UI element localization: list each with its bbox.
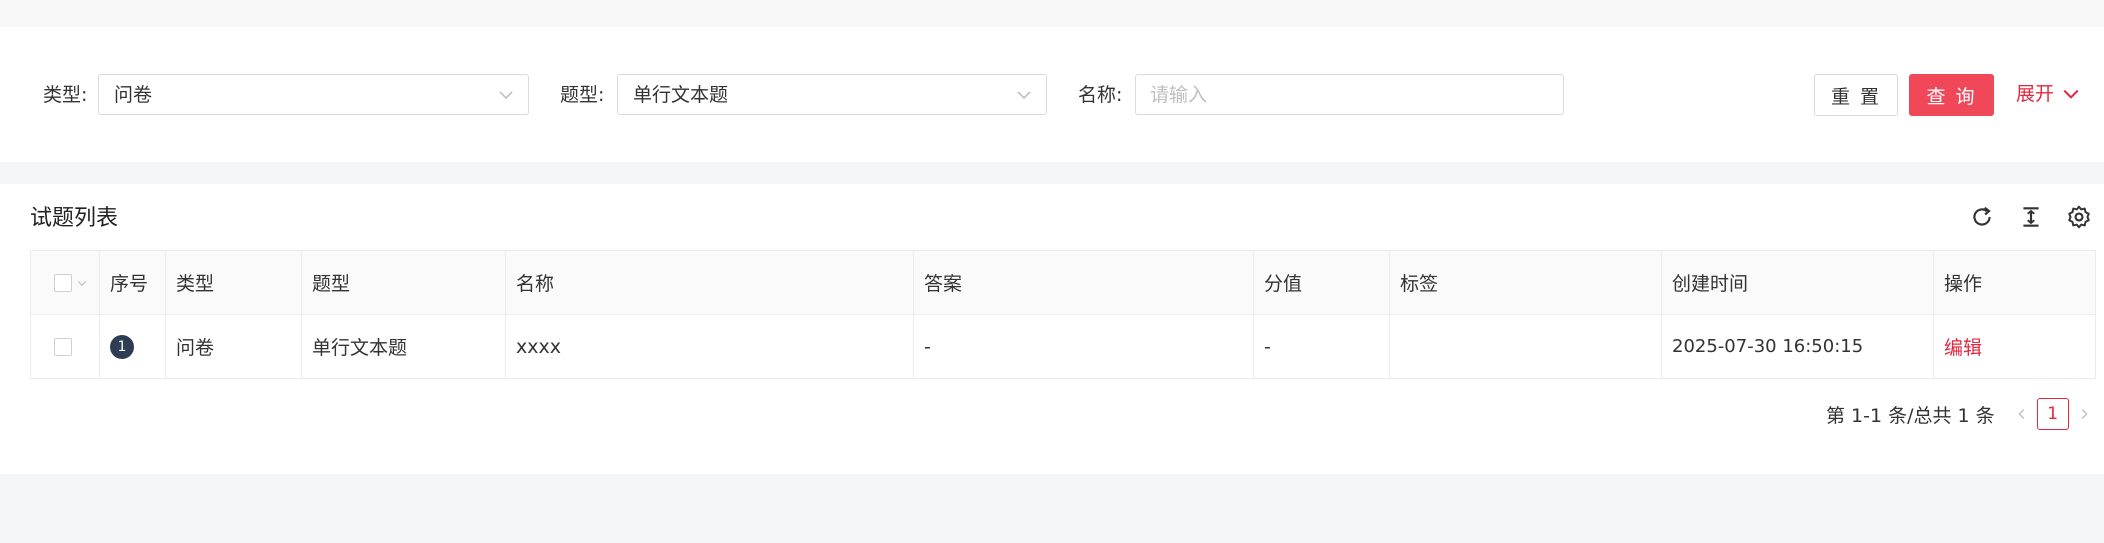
prev-page-button[interactable] — [2013, 405, 2031, 423]
query-button[interactable]: 查 询 — [1909, 74, 1994, 116]
question-type-select[interactable]: 单行文本题 — [617, 74, 1047, 115]
column-header-tags: 标签 — [1390, 251, 1662, 314]
column-header-score: 分值 — [1254, 251, 1390, 314]
row-name: xxxx — [506, 315, 914, 378]
select-all-cell — [31, 251, 100, 314]
top-bar — [0, 0, 2104, 27]
page-number-current[interactable]: 1 — [2036, 398, 2069, 430]
row-actions-cell: 编辑 — [1934, 315, 2095, 378]
question-list-panel: 试题列表 序号 类型 题型 名称 答案 分值 标签 创建时间 操作 1 问卷 单… — [0, 184, 2104, 474]
name-input[interactable] — [1135, 74, 1564, 115]
question-table: 序号 类型 题型 名称 答案 分值 标签 创建时间 操作 1 问卷 单行文本题 … — [30, 250, 2096, 379]
column-header-created-at: 创建时间 — [1662, 251, 1934, 314]
chevron-down-icon — [1017, 91, 1031, 100]
expand-toggle[interactable]: 展开 — [2016, 80, 2080, 108]
row-index-cell: 1 — [100, 315, 166, 378]
reset-button[interactable]: 重 置 — [1814, 74, 1898, 116]
expand-label: 展开 — [2016, 83, 2055, 105]
row-select-cell — [31, 315, 100, 378]
pagination: 第 1-1 条/总共 1 条 1 — [1826, 398, 2093, 430]
next-page-button[interactable] — [2075, 405, 2093, 423]
row-index-badge: 1 — [110, 334, 134, 359]
column-header-index: 序号 — [100, 251, 166, 314]
column-header-actions: 操作 — [1944, 273, 1983, 295]
row-answer: - — [914, 315, 1254, 378]
question-type-filter-label: 题型: — [560, 84, 605, 106]
column-header-type: 类型 — [166, 251, 302, 314]
question-type-select-value: 单行文本题 — [633, 84, 729, 106]
row-question-type: 单行文本题 — [302, 315, 506, 378]
table-header-row: 序号 类型 题型 名称 答案 分值 标签 创建时间 操作 — [31, 251, 2095, 314]
column-header-answer: 答案 — [914, 251, 1254, 314]
row-tags — [1390, 315, 1662, 378]
row-checkbox[interactable] — [54, 337, 72, 356]
chevron-right-icon — [2081, 409, 2088, 419]
chevron-down-icon — [2063, 89, 2079, 99]
name-filter-label: 名称: — [1078, 84, 1123, 106]
chevron-down-icon — [499, 91, 513, 100]
edit-link[interactable]: 编辑 — [1944, 333, 1982, 360]
list-title: 试题列表 — [30, 206, 119, 231]
row-created-at: 2025-07-30 16:50:15 — [1662, 315, 1934, 378]
settings-icon[interactable] — [2066, 204, 2092, 230]
table-row: 1 问卷 单行文本题 xxxx - - 2025-07-30 16:50:15 … — [31, 314, 2095, 378]
type-select-value: 问卷 — [114, 84, 153, 106]
chevron-left-icon — [2018, 409, 2024, 419]
refresh-icon[interactable] — [1969, 204, 1995, 230]
column-header-name: 名称 — [506, 251, 914, 314]
select-all-checkbox[interactable] — [54, 273, 72, 292]
chevron-down-icon[interactable] — [76, 277, 88, 289]
column-height-icon[interactable] — [2018, 204, 2044, 230]
row-type: 问卷 — [166, 315, 302, 378]
pagination-summary: 第 1-1 条/总共 1 条 — [1826, 404, 1995, 427]
row-score: - — [1254, 315, 1390, 378]
column-header-question-type: 题型 — [302, 251, 506, 314]
type-filter-label: 类型: — [43, 84, 88, 106]
type-select[interactable]: 问卷 — [98, 74, 529, 115]
